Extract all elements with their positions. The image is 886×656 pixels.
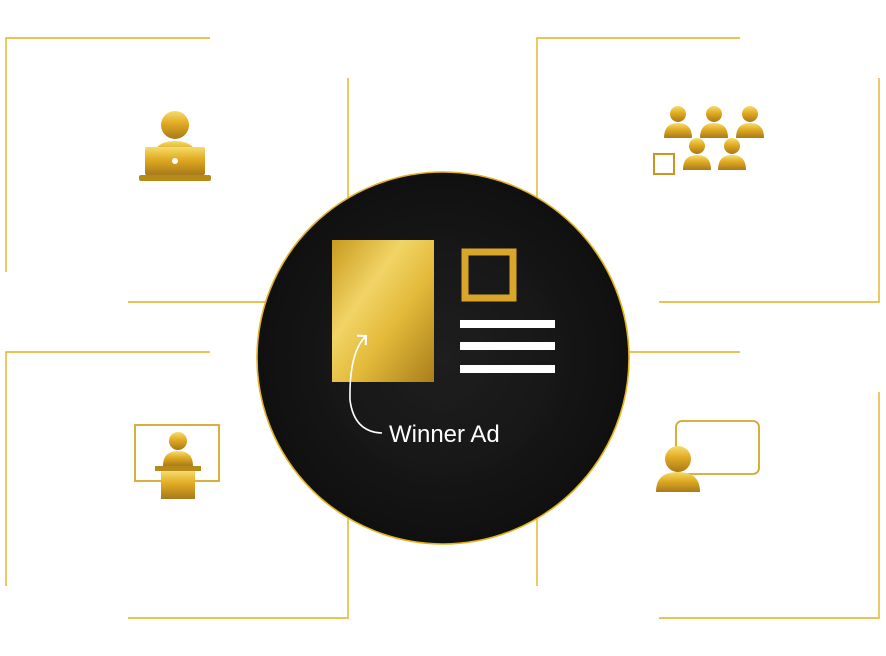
winner-ad-label: Winner Ad [389,421,500,448]
person-laptop-icon [139,111,211,181]
diagram-canvas: Winner Ad [5,37,880,619]
audience-group-icon [653,106,764,175]
presenter-board-icon [656,420,760,492]
ad-text-lines-icon [460,320,555,373]
speaker-podium-icon [134,424,220,499]
central-circle: Winner Ad [256,171,630,545]
ad-image-placeholder-icon [332,240,434,382]
